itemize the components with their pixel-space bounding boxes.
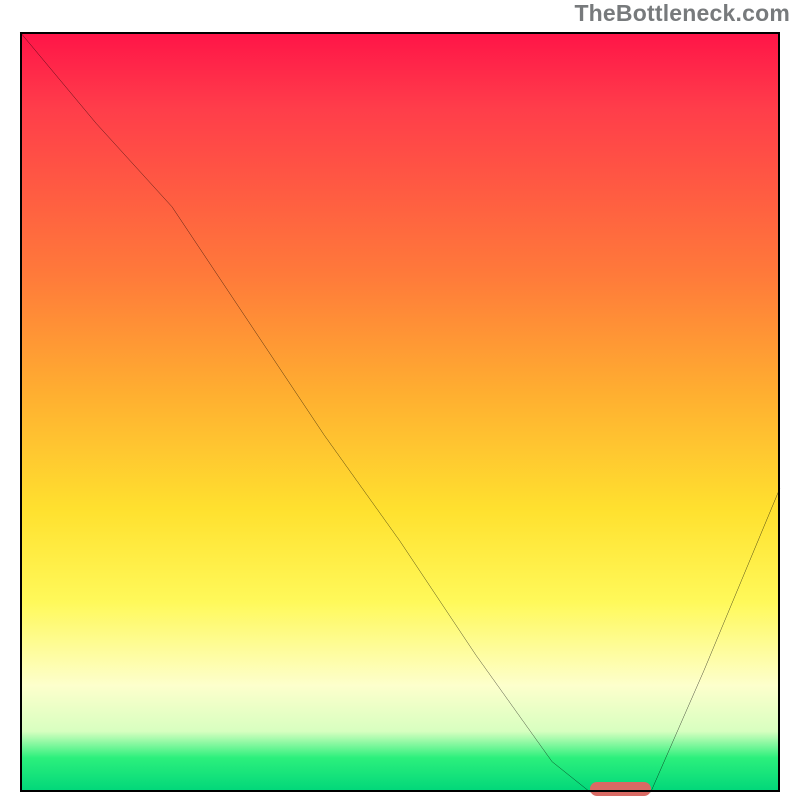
plot-area: [20, 32, 780, 792]
bottleneck-curve-line: [20, 32, 780, 792]
bottleneck-curve-svg: [20, 32, 780, 792]
attribution-text: TheBottleneck.com: [574, 0, 790, 27]
optimal-range-marker: [590, 782, 651, 796]
